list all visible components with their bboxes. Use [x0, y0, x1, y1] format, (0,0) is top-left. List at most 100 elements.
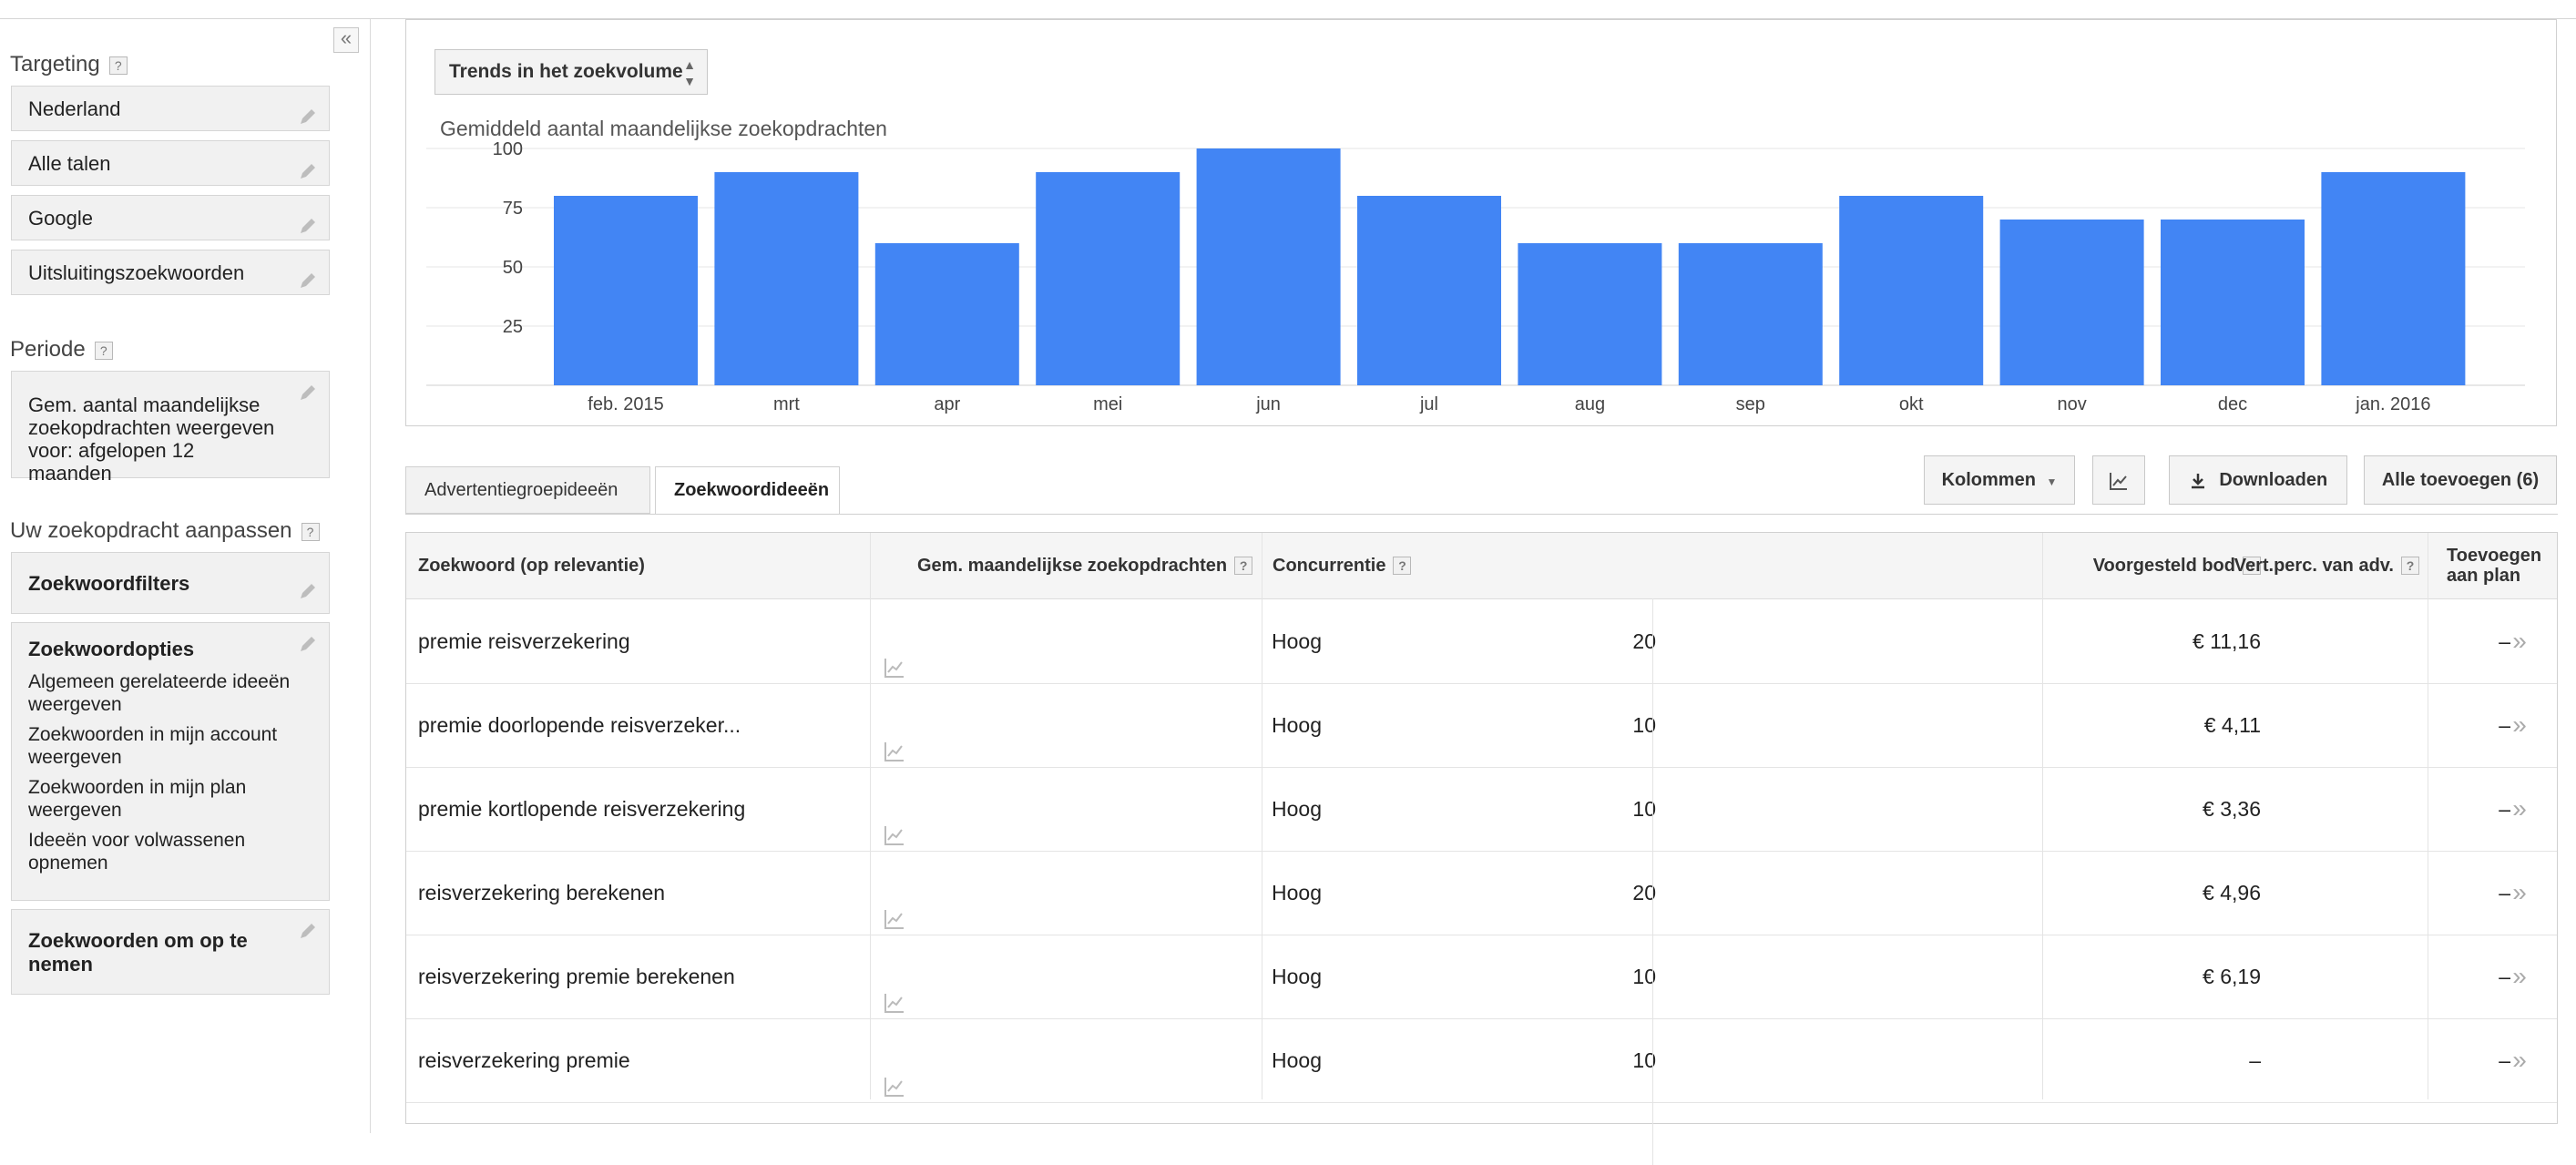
option-item[interactable]: Zoekwoorden in mijn account weergeven [28, 723, 312, 769]
bar [1999, 220, 2144, 385]
competition-cell: Hoog [1272, 797, 1322, 821]
help-icon[interactable]: ? [94, 341, 113, 360]
keyword-cell[interactable]: premie doorlopende reisverzeker... [418, 683, 741, 767]
add-to-plan-button[interactable]: » [2492, 1018, 2547, 1102]
header-volume[interactable]: Gem. maandelijkse zoekopdrachten? [917, 533, 1253, 598]
bar [2321, 172, 2466, 385]
x-tick-label: mrt [773, 394, 800, 414]
trend-chart-icon[interactable] [884, 713, 905, 761]
pencil-icon[interactable] [298, 261, 318, 288]
chart-toggle-button[interactable] [2092, 455, 2145, 505]
help-icon[interactable]: ? [108, 56, 128, 75]
add-to-plan-button[interactable]: » [2492, 683, 2547, 767]
kolommen-button[interactable]: Kolommen ▼ [1924, 455, 2075, 505]
bid-cell: € 4,96 [2203, 881, 2261, 904]
bar [714, 172, 859, 385]
table-row[interactable]: reisverzekering premie 10 Hoog – –» [406, 1018, 2557, 1103]
bar [554, 196, 698, 385]
bar [1678, 243, 1823, 385]
bid-cell: € 3,36 [2203, 797, 2261, 821]
sidebar: « Targeting? Nederland Alle talen Google… [0, 19, 371, 1133]
x-tick-label: nov [2057, 394, 2086, 414]
help-icon[interactable]: ? [301, 522, 320, 541]
zoekwoordopties-box[interactable]: Zoekwoordopties Algemeen gerelateerde id… [11, 622, 330, 901]
impression-share-cell: – [2499, 881, 2510, 904]
table-header: Zoekwoord (op relevantie) Gem. maandelij… [406, 533, 2557, 599]
trend-chart-icon[interactable] [884, 1048, 905, 1097]
keyword-cell[interactable]: reisverzekering premie [418, 1018, 630, 1102]
periode-box[interactable]: Gem. aantal maandelijkse zoekopdrachten … [11, 371, 330, 485]
table-row[interactable]: premie reisverzekering 20 Hoog € 11,16–» [406, 599, 2557, 684]
x-tick-label: apr [934, 394, 960, 414]
targeting-network[interactable]: Google [11, 195, 330, 240]
header-keyword[interactable]: Zoekwoord (op relevantie) [418, 533, 645, 598]
pencil-icon[interactable] [298, 564, 318, 598]
volume-chart: 25 50 75 100 feb. 2015 mrt apr mei jun jul aug sep o… [426, 139, 2525, 414]
add-to-plan-button[interactable]: » [2492, 599, 2547, 683]
download-icon [2189, 470, 2207, 490]
header-bid[interactable]: Voorgesteld bod? [1864, 533, 2261, 598]
y-tick-label: 100 [493, 139, 523, 159]
keyword-cell[interactable]: reisverzekering premie berekenen [418, 935, 735, 1018]
bar [1357, 196, 1501, 385]
table-row[interactable]: premie kortlopende reisverzekering 10 Hoog… [406, 767, 2557, 852]
header-impr[interactable]: Vert.perc. van adv.? [2228, 533, 2419, 598]
column-divider [1652, 598, 1653, 1165]
line-chart-icon [2108, 470, 2130, 490]
option-item[interactable]: Algemeen gerelateerde ideeën weergeven [28, 670, 312, 716]
trend-chart-icon[interactable] [884, 797, 905, 845]
x-tick-label: jul [1419, 394, 1438, 414]
add-to-plan-button[interactable]: » [2492, 935, 2547, 1018]
y-tick-label: 75 [503, 199, 523, 219]
pencil-icon[interactable] [298, 921, 318, 941]
caret-down-icon: ▼ [2046, 475, 2058, 488]
aanpassen-title: Uw zoekopdracht aanpassen? [10, 518, 320, 544]
header-add-to-plan: Toevoegen aan plan [2447, 546, 2542, 586]
column-divider [2042, 533, 2043, 1099]
table-row[interactable]: reisverzekering berekenen 20 Hoog € 4,96–» [406, 851, 2557, 935]
collapse-sidebar-button[interactable]: « [333, 27, 359, 53]
help-icon[interactable]: ? [1234, 557, 1253, 575]
x-tick-label: okt [1899, 394, 1924, 414]
pencil-icon[interactable] [298, 207, 318, 233]
option-item[interactable]: Zoekwoorden in mijn plan weergeven [28, 776, 312, 822]
impression-share-cell: – [2499, 713, 2510, 737]
add-to-plan-button[interactable]: » [2492, 767, 2547, 851]
targeting-title: Targeting? [10, 52, 128, 77]
competition-cell: Hoog [1272, 881, 1322, 904]
trend-chart-icon[interactable] [884, 881, 905, 929]
chart-panel: Trends in het zoekvolume ▲ ▼ Gemiddeld aa… [405, 19, 2557, 426]
bar [2161, 220, 2305, 385]
impression-share-cell: – [2499, 629, 2510, 653]
zoekwoorden-opnemen-box[interactable]: Zoekwoorden om op te nemen [11, 909, 330, 995]
pencil-icon[interactable] [298, 97, 318, 124]
x-tick-label: dec [2218, 394, 2247, 414]
keyword-cell[interactable]: premie reisverzekering [418, 599, 630, 683]
alle-toevoegen-button[interactable]: Alle toevoegen (6) [2364, 455, 2557, 505]
tab-divider [405, 514, 2558, 515]
trend-chart-icon[interactable] [884, 965, 905, 1013]
zoekwoordfilters-box[interactable]: Zoekwoordfilters [11, 552, 330, 614]
keyword-cell[interactable]: premie kortlopende reisverzekering [418, 767, 745, 851]
tab-advertentiegroepideeen[interactable]: Advertentiegroepideeën [405, 466, 650, 514]
targeting-language[interactable]: Alle talen [11, 140, 330, 186]
x-tick-label: sep [1736, 394, 1765, 414]
option-item[interactable]: Ideeën voor volwassenen opnemen [28, 829, 312, 874]
table-row[interactable]: reisverzekering premie berekenen 10 Hoog € … [406, 935, 2557, 1019]
add-to-plan-button[interactable]: » [2492, 851, 2547, 935]
downloaden-button[interactable]: Downloaden [2169, 455, 2347, 505]
y-tick-label: 25 [503, 317, 523, 337]
table-row[interactable]: premie doorlopende reisverzeker... 10 Hoog… [406, 683, 2557, 768]
competition-cell: Hoog [1272, 713, 1322, 737]
trend-chart-icon[interactable] [884, 629, 905, 678]
targeting-location[interactable]: Nederland [11, 86, 330, 131]
header-competition[interactable]: Concurrentie? [1273, 533, 1412, 598]
targeting-negative-keywords[interactable]: Uitsluitingszoekwoorden [11, 250, 330, 295]
pencil-icon[interactable] [298, 634, 318, 654]
help-icon[interactable]: ? [2401, 557, 2419, 575]
keyword-cell[interactable]: reisverzekering berekenen [418, 851, 665, 935]
tab-zoekwoordideeen[interactable]: Zoekwoordideeën [655, 466, 840, 515]
pencil-icon[interactable] [298, 152, 318, 179]
pencil-icon[interactable] [298, 383, 318, 403]
help-icon[interactable]: ? [1393, 557, 1412, 575]
